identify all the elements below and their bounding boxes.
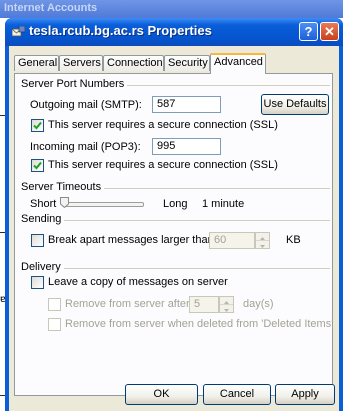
server-ports-group-label: Server Port Numbers — [21, 78, 128, 90]
timeout-value-label: 1 minute — [202, 198, 245, 210]
remove-after-days-spinner[interactable] — [219, 296, 234, 313]
remove-deleted-checkbox[interactable] — [48, 318, 61, 331]
outgoing-port-input[interactable]: 587 — [152, 96, 221, 113]
sending-group-label: Sending — [21, 213, 65, 225]
timeout-long-label: Long — [163, 198, 188, 210]
incoming-ssl-label: This server requires a secure connection… — [48, 159, 278, 171]
checkmark-icon — [33, 121, 42, 130]
break-apart-size-input[interactable]: 60 — [209, 232, 255, 249]
leave-copy-checkbox[interactable] — [31, 276, 44, 289]
background-window-titlebar: Internet Accounts — [0, 0, 343, 18]
break-apart-checkbox[interactable] — [31, 234, 44, 247]
apply-button[interactable]: Apply — [275, 384, 335, 405]
dialog-client-area: General Servers Connection Security Adva… — [9, 46, 339, 411]
outgoing-ssl-label: This server requires a secure connection… — [48, 119, 278, 131]
tab-general[interactable]: General — [14, 55, 59, 71]
tab-advanced[interactable]: Advanced — [210, 53, 266, 74]
timeout-slider-track[interactable] — [62, 202, 144, 207]
remove-after-label: Remove from server after — [65, 298, 190, 310]
tab-servers[interactable]: Servers — [59, 55, 103, 71]
help-button[interactable]: ? — [299, 22, 318, 41]
outgoing-port-label: Outgoing mail (SMTP): — [30, 99, 142, 111]
timeout-slider-thumb[interactable] — [60, 197, 69, 209]
break-apart-label: Break apart messages larger than — [48, 234, 214, 246]
group-divider — [21, 268, 330, 269]
ok-button[interactable]: OK — [125, 384, 198, 405]
timeout-short-label: Short — [30, 198, 57, 210]
use-defaults-button[interactable]: Use Defaults — [261, 94, 329, 115]
size-unit-label: KB — [286, 234, 301, 246]
background-window-title: Internet Accounts — [4, 2, 98, 14]
spinner-up-arrow-icon[interactable] — [256, 233, 269, 241]
incoming-ssl-checkbox[interactable] — [31, 159, 44, 172]
spinner-up-arrow-icon[interactable] — [220, 297, 233, 305]
remove-after-checkbox[interactable] — [48, 298, 61, 311]
incoming-port-label: Incoming mail (POP3): — [30, 141, 141, 153]
break-apart-size-spinner[interactable] — [255, 232, 270, 249]
properties-dialog: tesla.rcub.bg.ac.rs Properties ? ✕ Gener… — [5, 18, 343, 411]
tab-connection[interactable]: Connection — [103, 55, 164, 71]
group-divider — [21, 220, 330, 221]
remove-after-days-input[interactable]: 5 — [189, 296, 219, 313]
remove-after-unit-label: day(s) — [243, 298, 274, 310]
dialog-title: tesla.rcub.bg.ac.rs Properties — [29, 23, 212, 38]
delivery-group-label: Delivery — [21, 261, 64, 273]
close-button[interactable]: ✕ — [320, 22, 339, 41]
incoming-port-input[interactable]: 995 — [152, 138, 221, 155]
dialog-titlebar[interactable]: tesla.rcub.bg.ac.rs Properties ? ✕ — [5, 18, 343, 46]
timeouts-group-label: Server Timeouts — [21, 181, 105, 193]
checkmark-icon — [33, 161, 42, 170]
leave-copy-label: Leave a copy of messages on server — [48, 276, 228, 288]
cancel-button[interactable]: Cancel — [203, 384, 271, 405]
remove-deleted-label: Remove from server when deleted from 'De… — [65, 318, 334, 330]
spinner-down-arrow-icon[interactable] — [220, 305, 233, 312]
outgoing-ssl-checkbox[interactable] — [31, 119, 44, 132]
mail-account-icon — [11, 25, 26, 37]
spinner-down-arrow-icon[interactable] — [256, 241, 269, 248]
advanced-tab-panel: Server Port Numbers Outgoing mail (SMTP)… — [14, 73, 333, 396]
tab-security[interactable]: Security — [164, 55, 210, 71]
